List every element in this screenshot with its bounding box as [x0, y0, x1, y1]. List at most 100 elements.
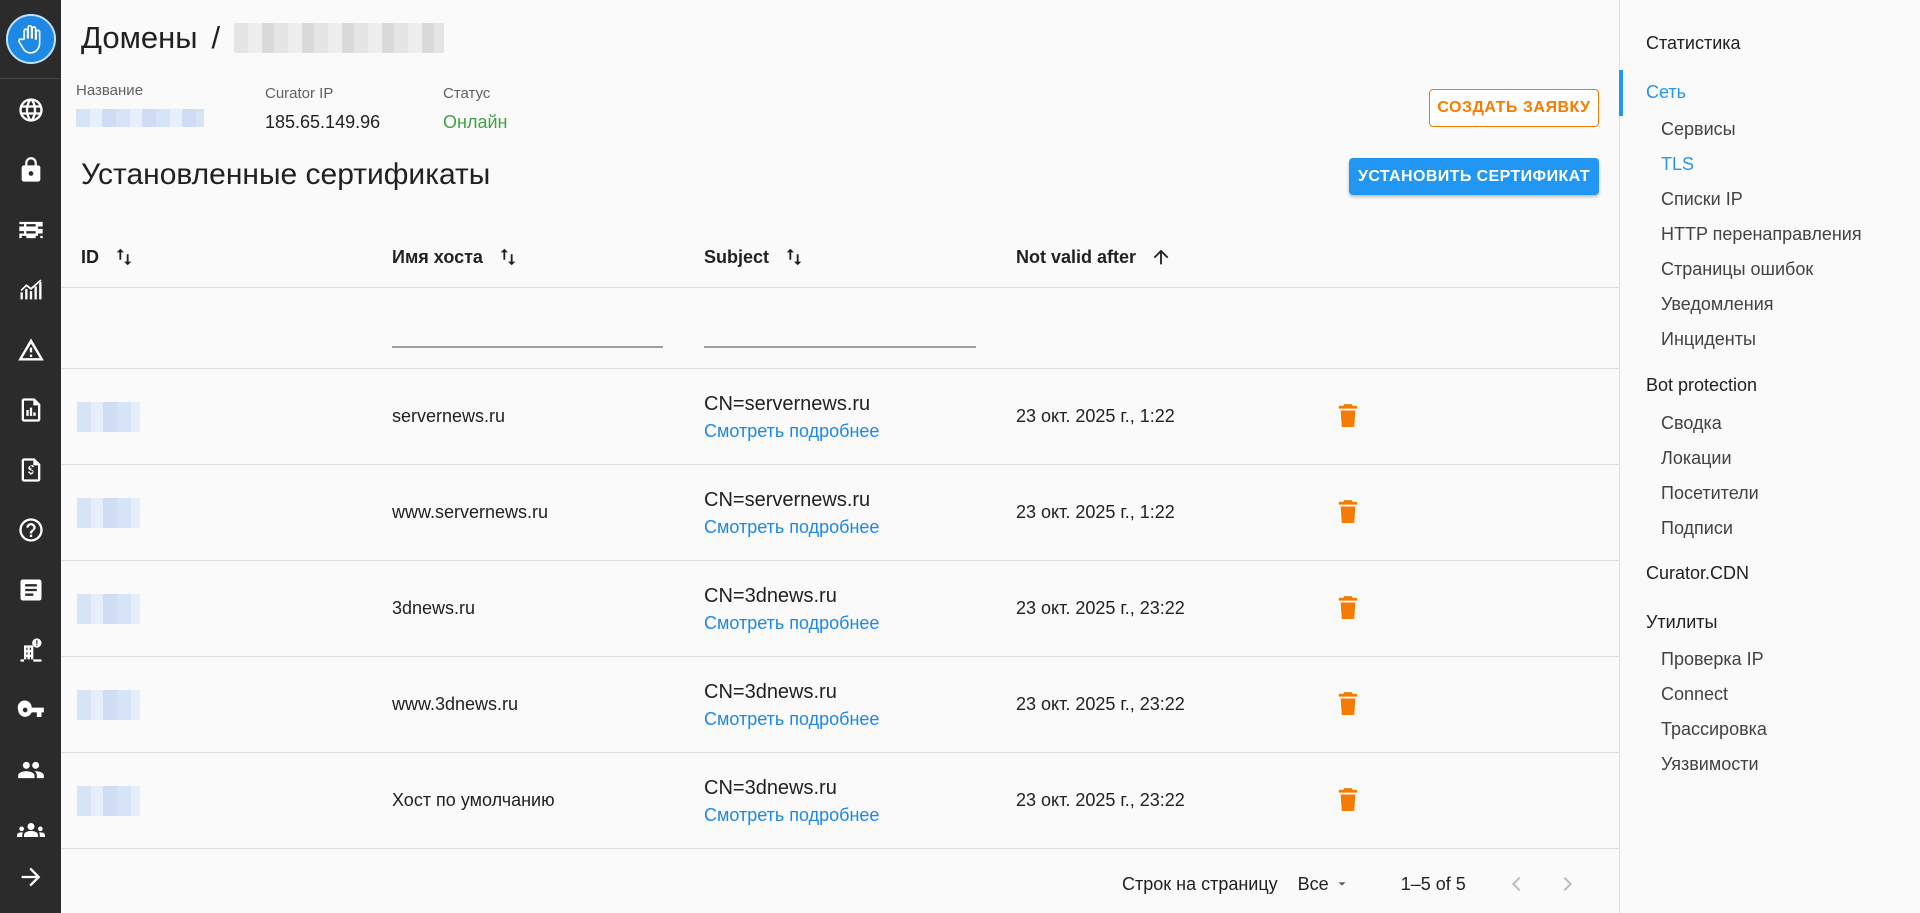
sort-icon[interactable] — [497, 246, 519, 268]
nav-http-redirects[interactable]: HTTP перенаправления — [1661, 224, 1862, 245]
row-not-valid-after: 23 окт. 2025 г., 1:22 — [1016, 502, 1175, 522]
row-not-valid-after: 23 окт. 2025 г., 23:22 — [1016, 790, 1185, 810]
table-header: ID Имя хоста Subject Not valid after — [61, 226, 1619, 288]
expand-arrow-icon[interactable] — [0, 857, 61, 897]
column-header-not-valid-after[interactable]: Not valid after — [1016, 226, 1172, 288]
column-header-subject[interactable]: Subject — [704, 226, 805, 288]
nav-ip-lists[interactable]: Списки IP — [1661, 189, 1743, 210]
delete-icon[interactable] — [1337, 403, 1359, 429]
nav-curator-cdn[interactable]: Curator.CDN — [1646, 563, 1749, 584]
firewall-icon[interactable] — [0, 210, 61, 250]
table-row: 3dnews.ru CN=3dnews.ru Смотреть подробне… — [61, 561, 1619, 657]
delete-icon[interactable] — [1337, 499, 1359, 525]
meta-status: Статус Онлайн — [443, 85, 507, 133]
redacted-id — [77, 498, 140, 528]
row-host: Хост по умолчанию — [392, 790, 555, 810]
article-icon[interactable] — [0, 570, 61, 610]
delete-icon[interactable] — [1337, 691, 1359, 717]
key-icon[interactable] — [0, 690, 61, 730]
nav-incidents[interactable]: Инциденты — [1661, 329, 1756, 350]
help-icon[interactable] — [0, 510, 61, 550]
analytics-icon[interactable] — [0, 270, 61, 310]
rows-per-page-label: Строк на страницу — [1122, 873, 1278, 894]
sort-ascending-icon[interactable] — [1150, 246, 1172, 268]
lock-icon[interactable] — [0, 150, 61, 190]
hand-logo-icon[interactable] — [6, 14, 56, 64]
row-subject: CN=3dnews.ru — [704, 681, 837, 703]
groups-icon[interactable] — [0, 810, 61, 850]
row-not-valid-after: 23 окт. 2025 г., 1:22 — [1016, 406, 1175, 426]
create-ticket-button[interactable]: СОЗДАТЬ ЗАЯВКУ — [1429, 89, 1599, 127]
nav-traceroute[interactable]: Трассировка — [1661, 719, 1767, 740]
breadcrumb-separator: / — [211, 20, 221, 55]
warning-icon[interactable] — [0, 330, 61, 370]
pagination: Строк на страницу Все 1–5 of 5 — [1122, 870, 1606, 898]
people-icon[interactable] — [0, 750, 61, 790]
column-header-id[interactable]: ID — [81, 226, 135, 288]
install-certificate-button[interactable]: УСТАНОВИТЬ СЕРТИФИКАТ — [1349, 158, 1599, 195]
row-subject: CN=3dnews.ru — [704, 585, 837, 607]
sort-icon[interactable] — [783, 246, 805, 268]
nav-network[interactable]: Сеть — [1646, 82, 1686, 103]
nav-visitors[interactable]: Посетители — [1661, 483, 1759, 504]
view-details-link[interactable]: Смотреть подробнее — [704, 517, 879, 538]
right-nav: Статистика Сеть Сервисы TLS Списки IP HT… — [1619, 0, 1920, 913]
nav-error-pages[interactable]: Страницы ошибок — [1661, 259, 1813, 280]
rows-per-page-value: Все — [1297, 873, 1329, 894]
row-not-valid-after: 23 окт. 2025 г., 23:22 — [1016, 598, 1185, 618]
prev-page-icon[interactable] — [1506, 873, 1528, 895]
nav-bot-protection[interactable]: Bot protection — [1646, 375, 1757, 396]
view-details-link[interactable]: Смотреть подробнее — [704, 709, 879, 730]
meta-name: Название — [76, 82, 204, 132]
nav-locations[interactable]: Локации — [1661, 448, 1732, 469]
page-title: Домены / — [81, 20, 445, 56]
status-value: Онлайн — [443, 112, 508, 132]
table-row: Хост по умолчанию CN=3dnews.ru Смотреть … — [61, 753, 1619, 849]
table-row: www.servernews.ru CN=servernews.ru Смотр… — [61, 465, 1619, 561]
building-alert-icon[interactable] — [0, 630, 61, 670]
sort-icon[interactable] — [113, 246, 135, 268]
nav-statistics[interactable]: Статистика — [1646, 33, 1741, 54]
delete-icon[interactable] — [1337, 595, 1359, 621]
section-title: Установленные сертификаты — [81, 158, 491, 191]
view-details-link[interactable]: Смотреть подробнее — [704, 613, 879, 634]
billing-icon[interactable] — [0, 450, 61, 490]
redacted-name-value — [76, 109, 204, 127]
host-filter-input[interactable] — [392, 346, 663, 348]
table-row: www.3dnews.ru CN=3dnews.ru Смотреть подр… — [61, 657, 1619, 753]
nav-summary[interactable]: Сводка — [1661, 413, 1722, 434]
nav-utilities[interactable]: Утилиты — [1646, 612, 1717, 633]
redacted-id — [77, 402, 140, 432]
subject-filter-input[interactable] — [704, 346, 976, 348]
pagination-range: 1–5 of 5 — [1400, 873, 1466, 894]
column-header-host[interactable]: Имя хоста — [392, 226, 519, 288]
nav-vulnerabilities[interactable]: Уязвимости — [1661, 754, 1759, 775]
delete-icon[interactable] — [1337, 787, 1359, 813]
row-subject: CN=servernews.ru — [704, 489, 871, 511]
row-host: www.3dnews.ru — [392, 694, 519, 714]
row-host: www.servernews.ru — [392, 502, 549, 522]
next-page-icon[interactable] — [1556, 873, 1578, 895]
rows-per-page-select[interactable]: Все — [1298, 874, 1349, 895]
nav-ip-check[interactable]: Проверка IP — [1661, 649, 1764, 670]
row-host: 3dnews.ru — [392, 598, 476, 618]
nav-notifications[interactable]: Уведомления — [1661, 294, 1774, 315]
column-host-label: Имя хоста — [392, 246, 483, 267]
redacted-domain-name — [234, 23, 445, 53]
breadcrumb-domains[interactable]: Домены — [81, 20, 198, 56]
globe-icon[interactable] — [0, 90, 61, 130]
row-subject: CN=3dnews.ru — [704, 777, 837, 799]
nav-services[interactable]: Сервисы — [1661, 119, 1736, 140]
nav-tls[interactable]: TLS — [1661, 154, 1694, 175]
view-details-link[interactable]: Смотреть подробнее — [704, 421, 879, 442]
column-id-label: ID — [81, 246, 99, 267]
redacted-id — [77, 594, 140, 624]
reports-icon[interactable] — [0, 390, 61, 430]
view-details-link[interactable]: Смотреть подробнее — [704, 805, 879, 826]
redacted-id — [77, 786, 140, 816]
nav-signatures[interactable]: Подписи — [1661, 518, 1733, 539]
column-not-valid-after-label: Not valid after — [1016, 246, 1137, 267]
curator-ip-value: 185.65.149.96 — [265, 112, 381, 132]
nav-connect[interactable]: Connect — [1661, 684, 1728, 705]
row-host: servernews.ru — [392, 406, 506, 426]
